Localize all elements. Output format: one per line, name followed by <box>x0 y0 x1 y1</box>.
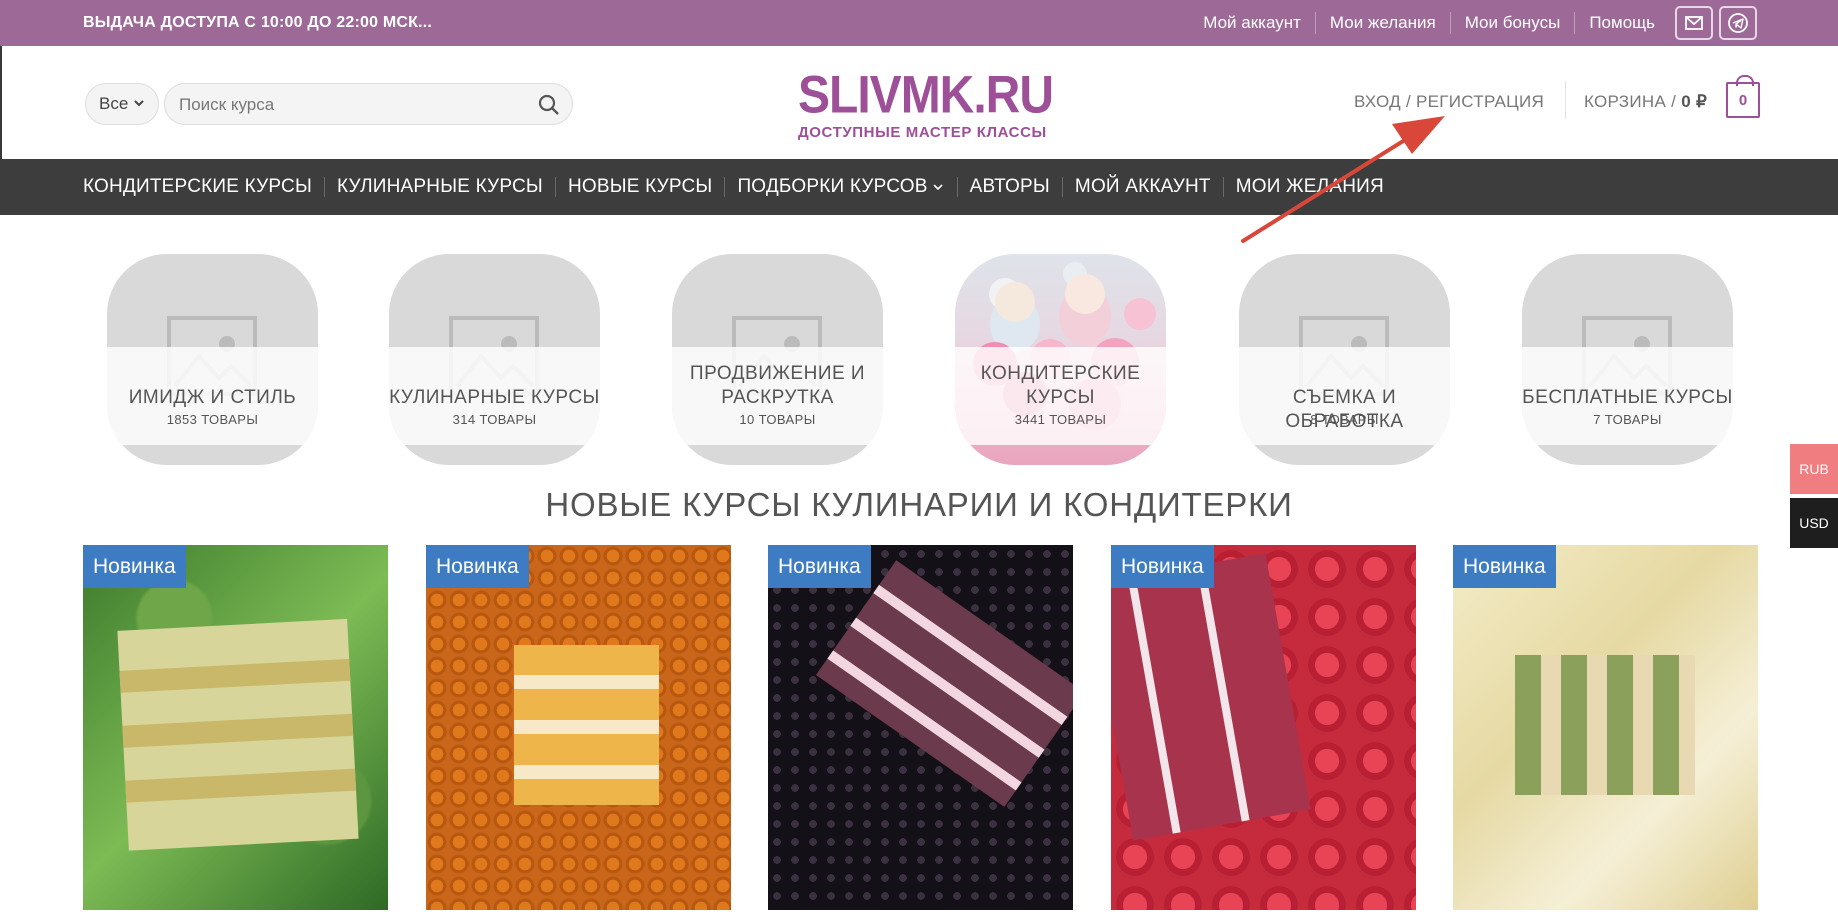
nav-item-collections-label: ПОДБОРКИ КУРСОВ <box>737 176 928 197</box>
nav-item-confectionery[interactable]: КОНДИТЕРСКИЕ КУРСЫ <box>83 177 325 197</box>
product-image <box>1111 553 1311 841</box>
new-badge: Новинка <box>768 545 871 588</box>
category-tile-image-style[interactable]: ИМИДЖ И СТИЛЬ 1853 ТОВАРЫ <box>107 254 318 465</box>
product-image <box>815 560 1073 807</box>
top-bar: ВЫДАЧА ДОСТУПА С 10:00 ДО 22:00 МСК... М… <box>0 0 1838 46</box>
product-card[interactable]: Новинка <box>1111 545 1416 910</box>
category-count: 3441 ТОВАРЫ <box>1014 412 1107 427</box>
category-count: 314 ТОВАРЫ <box>452 412 537 427</box>
category-count: 8 ТОВАРЫ <box>1310 412 1379 427</box>
nav-item-authors[interactable]: АВТОРЫ <box>958 177 1063 197</box>
main-nav: КОНДИТЕРСКИЕ КУРСЫ КУЛИНАРНЫЕ КУРСЫ НОВЫ… <box>0 159 1838 215</box>
category-count: 10 ТОВАРЫ <box>739 412 816 427</box>
nav-item-culinary[interactable]: КУЛИНАРНЫЕ КУРСЫ <box>325 177 556 197</box>
product-image <box>117 618 359 851</box>
nav-item-new[interactable]: НОВЫЕ КУРСЫ <box>556 177 726 197</box>
bonuses-link[interactable]: Мои бонусы <box>1451 12 1576 34</box>
cart-count-badge[interactable]: 0 <box>1726 75 1760 118</box>
nav-item-collections[interactable]: ПОДБОРКИ КУРСОВ <box>725 176 958 197</box>
category-tile-free[interactable]: БЕСПЛАТНЫЕ КУРСЫ 7 ТОВАРЫ <box>1522 254 1733 465</box>
category-tile-shooting[interactable]: СЪЕМКА И ОБРАБОТКА 8 ТОВАРЫ <box>1239 254 1450 465</box>
category-name-line2: РАСКРУТКА <box>721 387 834 408</box>
cart-label: КОРЗИНА / <box>1584 92 1677 111</box>
new-badge: Новинка <box>83 545 186 588</box>
new-badge: Новинка <box>426 545 529 588</box>
category-name: ИМИДЖ И СТИЛЬ <box>128 387 297 408</box>
cart-total: 0 ₽ <box>1681 92 1708 111</box>
header-divider <box>1565 81 1566 119</box>
nav-item-wishlist[interactable]: МОИ ЖЕЛАНИЯ <box>1224 177 1396 197</box>
product-card[interactable]: Новинка <box>83 545 388 910</box>
category-tile-confectionery[interactable]: КОНДИТЕРСКИЕ КУРСЫ 3441 ТОВАРЫ <box>955 254 1166 465</box>
category-name: БЕСПЛАТНЫЕ КУРСЫ <box>1522 387 1733 408</box>
section-title: НОВЫЕ КУРСЫ КУЛИНАРИИ И КОНДИТЕРКИ <box>545 486 1293 523</box>
site-header: Все SLIVMK.RU ДОСТУПНЫЕ МАСТЕР КЛАССЫ ВХ… <box>0 46 1838 159</box>
chevron-down-icon <box>134 100 144 107</box>
category-tile-promotion[interactable]: ПРОДВИЖЕНИЕ И РАСКРУТКА 10 ТОВАРЫ <box>672 254 883 465</box>
nav-item-my-account[interactable]: МОЙ АККАУНТ <box>1063 177 1224 197</box>
product-image <box>514 645 659 805</box>
product-card[interactable]: Новинка <box>1453 545 1758 910</box>
new-badge: Новинка <box>1453 545 1556 588</box>
my-account-link[interactable]: Мой аккаунт <box>1189 12 1316 34</box>
help-link[interactable]: Помощь <box>1575 12 1669 34</box>
category-count: 7 ТОВАРЫ <box>1593 412 1662 427</box>
site-logo[interactable]: SLIVMK.RU ДОСТУПНЫЕ МАСТЕР КЛАССЫ <box>798 66 1054 152</box>
category-select-value: Все <box>99 94 129 113</box>
product-image <box>1515 655 1695 795</box>
chevron-down-icon <box>933 184 943 191</box>
category-name-line2: КУРСЫ <box>1026 387 1095 408</box>
currency-usd-button[interactable]: USD <box>1790 498 1838 548</box>
login-register-link[interactable]: ВХОД / РЕГИСТРАЦИЯ <box>1354 92 1544 112</box>
top-links: Мой аккаунт Мои желания Мои бонусы Помощ… <box>1189 6 1757 40</box>
search-input[interactable] <box>177 92 517 118</box>
category-name-line1: ПРОДВИЖЕНИЕ И <box>689 363 866 384</box>
wishlist-link[interactable]: Мои желания <box>1316 12 1451 34</box>
currency-rub-button[interactable]: RUB <box>1790 444 1838 494</box>
search-box <box>164 83 573 125</box>
logo-main-text: SLIVMK.RU <box>798 66 1054 125</box>
product-card[interactable]: Новинка <box>426 545 731 910</box>
category-name-line1: КОНДИТЕРСКИЕ <box>980 363 1141 384</box>
category-name: КУЛИНАРНЫЕ КУРСЫ <box>389 387 600 408</box>
category-select[interactable]: Все <box>85 83 159 125</box>
category-count: 1853 ТОВАРЫ <box>166 412 259 427</box>
category-tile-culinary[interactable]: КУЛИНАРНЫЕ КУРСЫ 314 ТОВАРЫ <box>389 254 600 465</box>
new-badge: Новинка <box>1111 545 1214 588</box>
product-card[interactable]: Новинка <box>768 545 1073 910</box>
logo-sub-text: ДОСТУПНЫЕ МАСТЕР КЛАССЫ <box>798 124 1047 141</box>
cart-link[interactable]: КОРЗИНА / 0 ₽ <box>1584 92 1707 112</box>
mail-icon[interactable] <box>1675 6 1713 40</box>
access-notice: ВЫДАЧА ДОСТУПА С 10:00 ДО 22:00 МСК... <box>83 14 433 31</box>
telegram-icon[interactable] <box>1719 6 1757 40</box>
search-icon[interactable] <box>538 94 560 116</box>
